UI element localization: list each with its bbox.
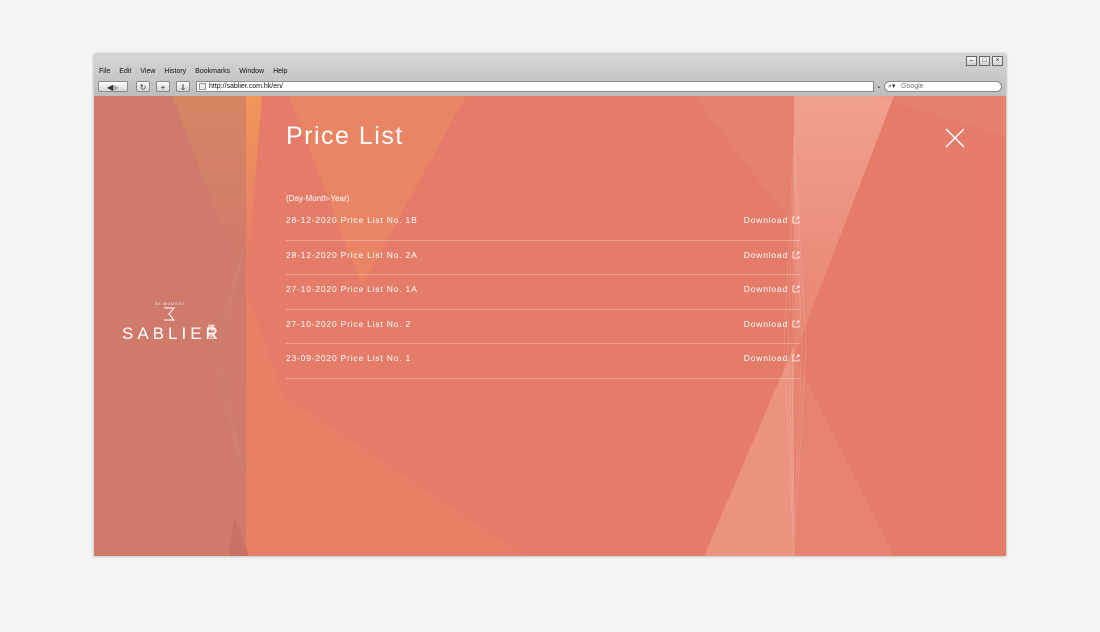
list-item: 27-10-2020 Price List No. 1A Download: [286, 275, 800, 310]
maximize-icon[interactable]: □: [979, 56, 990, 66]
page-title: Price List: [286, 122, 404, 150]
logo-tagline: SE MOMENT: [154, 302, 186, 306]
list-item: 23-09-2020 Price List No. 1 Download: [286, 344, 800, 379]
favicon-icon: [199, 83, 206, 90]
browser-chrome: – □ × File Edit View History Bookmarks W…: [94, 54, 1006, 97]
price-list: 28-12-2020 Price List No. 1B Download 28…: [286, 206, 800, 379]
download-label[interactable]: Download: [744, 319, 788, 329]
menu-view[interactable]: View: [140, 68, 155, 75]
menu-history[interactable]: History: [164, 68, 186, 75]
download-link[interactable]: Download: [744, 250, 800, 260]
plus-icon: +: [160, 83, 166, 92]
menu-bar: File Edit View History Bookmarks Window …: [99, 68, 288, 75]
hourglass-icon: [164, 307, 176, 321]
menu-edit[interactable]: Edit: [119, 68, 131, 75]
reload-icon: ↻: [139, 83, 147, 92]
list-item: 28-12-2020 Price List No. 2A Download: [286, 241, 800, 275]
browser-window: – □ × File Edit View History Bookmarks W…: [94, 54, 1006, 556]
price-list-label: 28-12-2020 Price List No. 2A: [286, 249, 418, 260]
reload-button[interactable]: ↻: [136, 81, 150, 92]
price-list-label: 28-12-2020 Price List No. 1B: [286, 215, 418, 225]
external-link-icon[interactable]: [792, 285, 800, 293]
external-link-icon[interactable]: [792, 216, 800, 224]
list-item: 28-12-2020 Price List No. 1B Download: [286, 206, 800, 241]
sablier-logo[interactable]: SE MOMENT SABLIER 曦巒: [120, 302, 220, 352]
price-list-label: 27-10-2020 Price List No. 2: [286, 318, 412, 329]
close-window-icon[interactable]: ×: [992, 56, 1003, 66]
menu-bookmarks[interactable]: Bookmarks: [195, 68, 230, 75]
list-item: 27-10-2020 Price List No. 2 Download: [286, 310, 800, 344]
price-list-label: 27-10-2020 Price List No. 1A: [286, 284, 418, 294]
sidebar: SE MOMENT SABLIER 曦巒: [94, 96, 246, 556]
minimize-icon[interactable]: –: [966, 56, 977, 66]
chevron-down-icon[interactable]: ⌄: [876, 81, 882, 92]
new-tab-button[interactable]: +: [156, 81, 170, 92]
download-label[interactable]: Download: [744, 250, 788, 260]
close-icon[interactable]: [944, 127, 966, 149]
date-format-note: (Day-Month-Year): [286, 194, 350, 203]
download-label[interactable]: Download: [744, 353, 788, 363]
address-bar[interactable]: http://sablier.com.hk/en/: [196, 81, 874, 92]
logo-chinese: 曦巒: [208, 325, 215, 340]
url-text: http://sablier.com.hk/en/: [209, 83, 283, 90]
menu-window[interactable]: Window: [239, 68, 264, 75]
search-icon: ⌕▾: [888, 83, 896, 90]
menu-help[interactable]: Help: [273, 68, 287, 75]
download-button[interactable]: ⇓: [176, 81, 190, 92]
nav-bar: ◀▶ ↻ + ⇓ http://sablier.com.hk/en/ ⌄ ⌕▾ …: [98, 81, 1002, 93]
page-content: SE MOMENT SABLIER 曦巒 Price List (Day-Mon…: [94, 96, 1006, 556]
search-input[interactable]: ⌕▾ Google: [884, 81, 1002, 92]
download-link[interactable]: Download: [744, 215, 800, 225]
download-label[interactable]: Download: [744, 215, 788, 225]
forward-arrow-icon[interactable]: ▶: [113, 83, 119, 92]
download-link[interactable]: Download: [744, 284, 800, 294]
external-link-icon[interactable]: [792, 354, 800, 362]
back-forward-button[interactable]: ◀▶: [98, 81, 128, 92]
external-link-icon[interactable]: [792, 320, 800, 328]
search-placeholder: Google: [901, 83, 924, 90]
logo-wordmark: SABLIER: [122, 324, 222, 343]
price-list-label: 23-09-2020 Price List No. 1: [286, 353, 412, 363]
download-link[interactable]: Download: [744, 353, 800, 363]
external-link-icon[interactable]: [792, 251, 800, 259]
download-label[interactable]: Download: [744, 284, 788, 294]
download-arrow-icon: ⇓: [179, 83, 187, 92]
download-link[interactable]: Download: [744, 319, 800, 329]
window-controls: – □ ×: [966, 56, 1003, 66]
menu-file[interactable]: File: [99, 68, 110, 75]
